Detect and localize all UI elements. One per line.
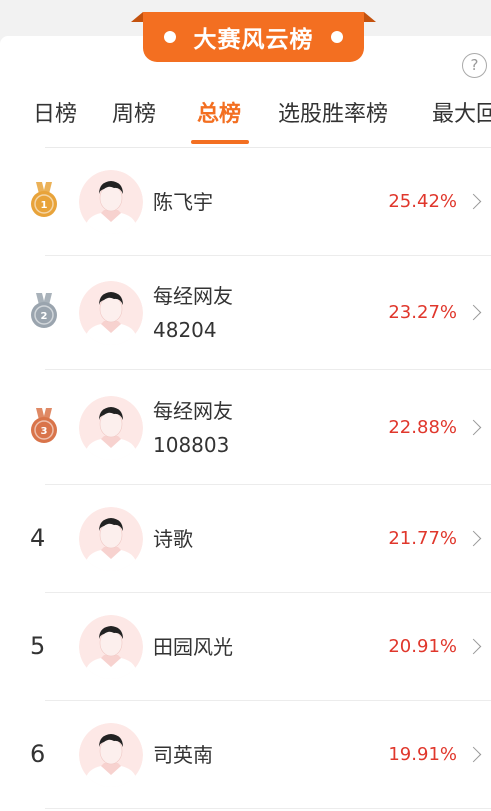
win-rate: 25.42% xyxy=(388,191,457,212)
ranking-row[interactable]: 6 司英南 19.91% xyxy=(0,701,491,809)
ranking-row[interactable]: 3 每经网友 108803 22.88% xyxy=(0,370,491,485)
silver-medal-icon: 2 xyxy=(29,293,59,330)
avatar[interactable] xyxy=(79,395,143,460)
ranking-row[interactable]: 1 陈飞宇 25.42% xyxy=(0,148,491,256)
user-name-line: 每经网友 xyxy=(153,284,233,308)
avatar[interactable] xyxy=(79,507,143,571)
win-rate: 21.77% xyxy=(388,528,457,549)
chevron-right-icon[interactable] xyxy=(465,419,482,435)
rank-number: 5 xyxy=(30,632,46,660)
win-rate: 19.91% xyxy=(388,744,457,765)
avatar[interactable] xyxy=(79,170,143,234)
bronze-medal-icon: 3 xyxy=(29,407,59,445)
avatar[interactable] xyxy=(79,281,143,345)
user-name-line: 田园风光 xyxy=(153,635,233,659)
tab-daily[interactable]: 日榜 xyxy=(33,96,77,128)
chevron-right-icon[interactable] xyxy=(465,530,482,547)
user-name: 陈飞宇 xyxy=(153,185,353,219)
user-name-line: 司英南 xyxy=(153,743,213,767)
avatar[interactable] xyxy=(79,615,143,679)
win-rate: 22.88% xyxy=(388,416,457,438)
banner-dot-right xyxy=(331,31,343,43)
user-name-line: 108803 xyxy=(153,432,230,457)
user-name: 诗歌 xyxy=(153,522,353,556)
user-name-line: 每经网友 xyxy=(153,398,233,423)
chevron-right-icon[interactable] xyxy=(465,304,482,321)
tab-overall[interactable]: 总榜 xyxy=(197,96,241,128)
chevron-right-icon[interactable] xyxy=(465,193,482,210)
ranking-row[interactable]: 2 每经网友 48204 23.27% xyxy=(0,256,491,370)
banner-title: 大赛风云榜 xyxy=(193,27,314,53)
user-name-line: 陈飞宇 xyxy=(153,190,213,214)
ranking-row[interactable]: 4 诗歌 21.77% xyxy=(0,485,491,593)
svg-text:3: 3 xyxy=(41,426,48,437)
user-name: 每经网友 108803 xyxy=(153,394,353,462)
active-tab-indicator xyxy=(191,140,249,144)
user-name-line: 诗歌 xyxy=(153,527,193,551)
avatar[interactable] xyxy=(79,723,143,787)
user-name: 司英南 xyxy=(153,738,353,772)
gold-medal-icon: 1 xyxy=(29,182,59,219)
tab-max-drawdown[interactable]: 最大回 xyxy=(432,96,491,128)
chevron-right-icon[interactable] xyxy=(465,638,482,655)
user-name: 田园风光 xyxy=(153,630,353,664)
help-icon[interactable]: ? xyxy=(462,53,487,78)
banner-dot-left xyxy=(164,31,176,43)
svg-text:2: 2 xyxy=(41,311,48,322)
tab-win-rate[interactable]: 选股胜率榜 xyxy=(278,96,388,128)
chevron-right-icon[interactable] xyxy=(465,746,482,763)
svg-text:1: 1 xyxy=(41,200,48,211)
ranking-row[interactable]: 5 田园风光 20.91% xyxy=(0,593,491,701)
win-rate: 20.91% xyxy=(388,636,457,657)
win-rate: 23.27% xyxy=(388,302,457,323)
rank-number: 6 xyxy=(30,740,46,768)
user-name-line: 48204 xyxy=(153,318,217,342)
rank-number: 4 xyxy=(30,524,46,552)
ranking-tabs: 日榜 周榜 总榜 选股胜率榜 最大回 xyxy=(0,96,491,144)
row-divider xyxy=(45,808,491,809)
user-name: 每经网友 48204 xyxy=(153,279,353,347)
tab-weekly[interactable]: 周榜 xyxy=(112,96,156,128)
leaderboard-banner: 大赛风云榜 xyxy=(131,12,376,62)
